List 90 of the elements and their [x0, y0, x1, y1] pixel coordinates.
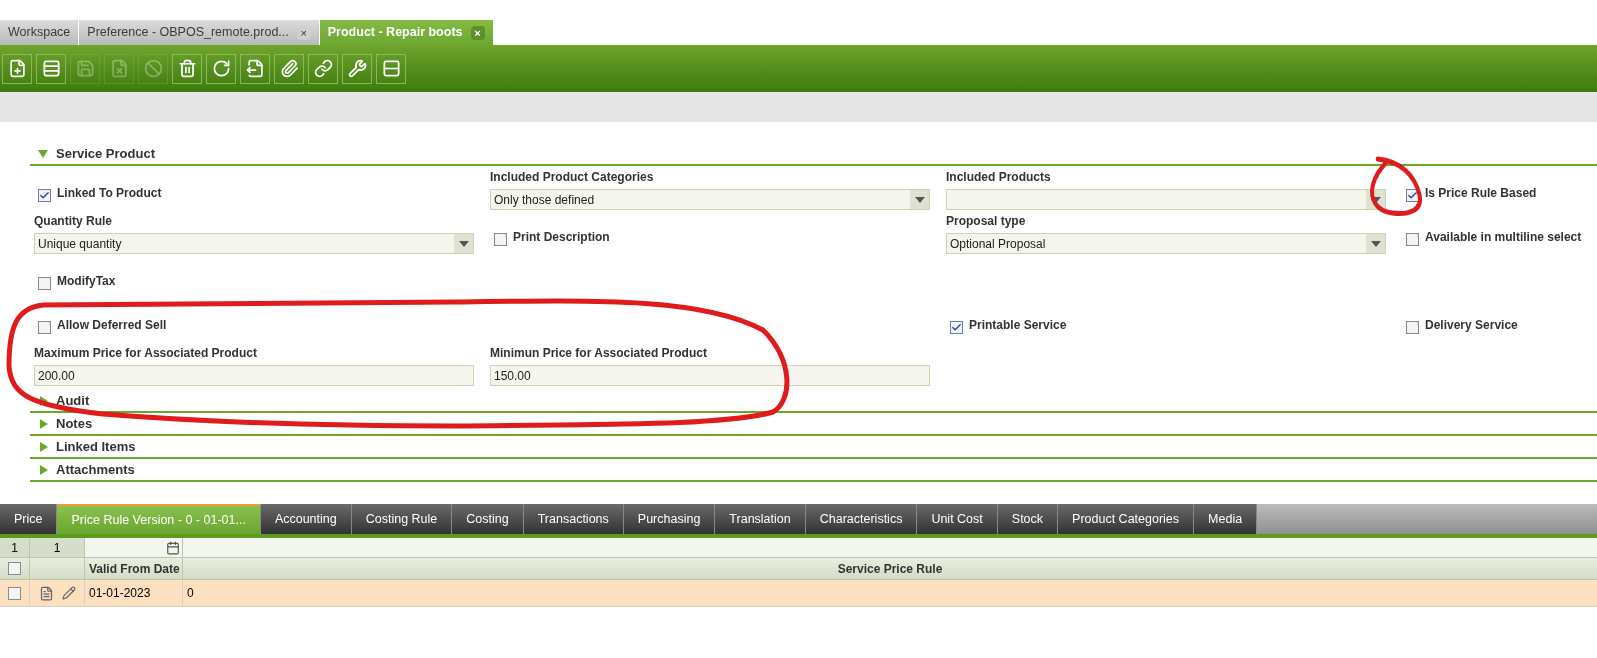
- column-header[interactable]: Service Price Rule: [183, 558, 1597, 579]
- checkbox[interactable]: [38, 321, 51, 334]
- checkbox-label: Printable Service: [969, 317, 1067, 334]
- tab[interactable]: Media: [1194, 504, 1258, 534]
- select-field[interactable]: Only those defined: [490, 189, 930, 210]
- document-tab[interactable]: Product - Repair boots ×: [319, 20, 494, 45]
- select-field[interactable]: Optional Proposal: [946, 233, 1386, 254]
- layout-icon: [381, 59, 401, 78]
- link-icon: [313, 59, 333, 78]
- tab[interactable]: Characteristics: [805, 504, 918, 534]
- checkbox[interactable]: [950, 321, 963, 334]
- dropdown-icon[interactable]: [454, 234, 473, 253]
- cancel-icon: [143, 59, 163, 78]
- wrench-icon: [347, 59, 367, 78]
- trash-button[interactable]: [172, 53, 202, 84]
- expand-arrow-icon[interactable]: [38, 150, 48, 158]
- field-label: Maximum Price for Associated Product: [34, 345, 258, 362]
- field-label: Proposal type: [946, 213, 1027, 230]
- layout-button[interactable]: [376, 53, 406, 84]
- tab[interactable]: Product Categories: [1058, 504, 1195, 534]
- file-export-icon: [245, 59, 265, 78]
- section-title[interactable]: Linked Items: [56, 436, 136, 457]
- section-title[interactable]: Notes: [56, 413, 93, 434]
- rows-button[interactable]: [36, 53, 66, 84]
- checkbox-label: ModifyTax: [57, 273, 116, 290]
- checkbox-label: Print Description: [513, 229, 610, 246]
- checkbox[interactable]: [8, 562, 21, 575]
- collapse-arrow-icon[interactable]: [40, 418, 48, 429]
- field-label: Minimun Price for Associated Product: [490, 345, 708, 362]
- document-icon[interactable]: [38, 585, 54, 601]
- collapse-arrow-icon[interactable]: [40, 395, 48, 406]
- pencil-icon[interactable]: [61, 586, 76, 600]
- link-button[interactable]: [308, 53, 338, 84]
- save-icon: [75, 59, 95, 78]
- close-button[interactable]: ×: [470, 25, 485, 40]
- row-count: 1: [0, 538, 30, 557]
- column-header[interactable]: Valid From Date: [85, 558, 183, 579]
- checkbox[interactable]: [38, 189, 51, 202]
- checkbox-label: Delivery Service: [1425, 317, 1518, 334]
- tab[interactable]: Stock: [997, 504, 1059, 534]
- tab[interactable]: Translation: [715, 504, 806, 534]
- section-title[interactable]: Audit: [56, 390, 90, 411]
- checkbox-label: Available in multiline select: [1425, 229, 1582, 246]
- section-title[interactable]: Attachments: [56, 459, 135, 480]
- dropdown-icon[interactable]: [910, 190, 929, 209]
- file-plus-icon: [7, 59, 27, 78]
- section-title[interactable]: Service Product: [56, 144, 155, 164]
- file-plus-button[interactable]: [2, 53, 32, 84]
- file-x-icon: [109, 59, 129, 78]
- input-field[interactable]: 200.00: [34, 365, 474, 386]
- field-label: Included Products: [946, 169, 1052, 186]
- wrench-button[interactable]: [342, 53, 372, 84]
- row-count: 1: [30, 538, 85, 557]
- calendar-icon[interactable]: [166, 540, 180, 555]
- field-label: Quantity Rule: [34, 213, 113, 230]
- tab[interactable]: Costing: [452, 504, 524, 534]
- checkbox-label: Linked To Product: [57, 185, 162, 202]
- refresh-icon: [211, 59, 231, 78]
- table-cell: 01-01-2023: [85, 580, 183, 606]
- checkbox[interactable]: [494, 233, 507, 246]
- checkbox-label: Is Price Rule Based: [1425, 185, 1537, 202]
- paperclip-button[interactable]: [274, 53, 304, 84]
- collapse-arrow-icon[interactable]: [40, 464, 48, 475]
- dropdown-icon[interactable]: [1366, 234, 1385, 253]
- tab[interactable]: Unit Cost: [917, 504, 998, 534]
- document-tab[interactable]: Preference - OBPOS_remote.prod... ×: [79, 20, 320, 45]
- document-tab[interactable]: Workspace: [0, 20, 80, 45]
- select-field[interactable]: [946, 189, 1386, 210]
- table-row[interactable]: 01-01-2023 0: [0, 580, 1597, 607]
- tab[interactable]: Purchasing: [623, 504, 716, 534]
- table-cell-text: 0: [186, 585, 195, 602]
- checkbox[interactable]: [8, 586, 21, 600]
- field-label: Included Product Categories: [490, 169, 655, 186]
- tab[interactable]: Costing Rule: [351, 504, 453, 534]
- tab[interactable]: Price: [0, 504, 58, 534]
- select-field[interactable]: Unique quantity: [34, 233, 474, 254]
- checkbox-label: Allow Deferred Sell: [57, 317, 167, 334]
- rows-icon: [41, 59, 61, 78]
- close-button[interactable]: ×: [296, 25, 311, 40]
- paperclip-icon: [279, 59, 299, 78]
- tab[interactable]: Transactions: [523, 504, 624, 534]
- checkbox[interactable]: [38, 277, 51, 290]
- refresh-button[interactable]: [206, 53, 236, 84]
- trash-icon: [177, 59, 197, 78]
- input-field[interactable]: 150.00: [490, 365, 930, 386]
- file-export-button[interactable]: [240, 53, 270, 84]
- checkbox[interactable]: [1406, 321, 1419, 334]
- tab[interactable]: Accounting: [260, 504, 352, 534]
- collapse-arrow-icon[interactable]: [40, 441, 48, 452]
- checkbox[interactable]: [1406, 233, 1419, 246]
